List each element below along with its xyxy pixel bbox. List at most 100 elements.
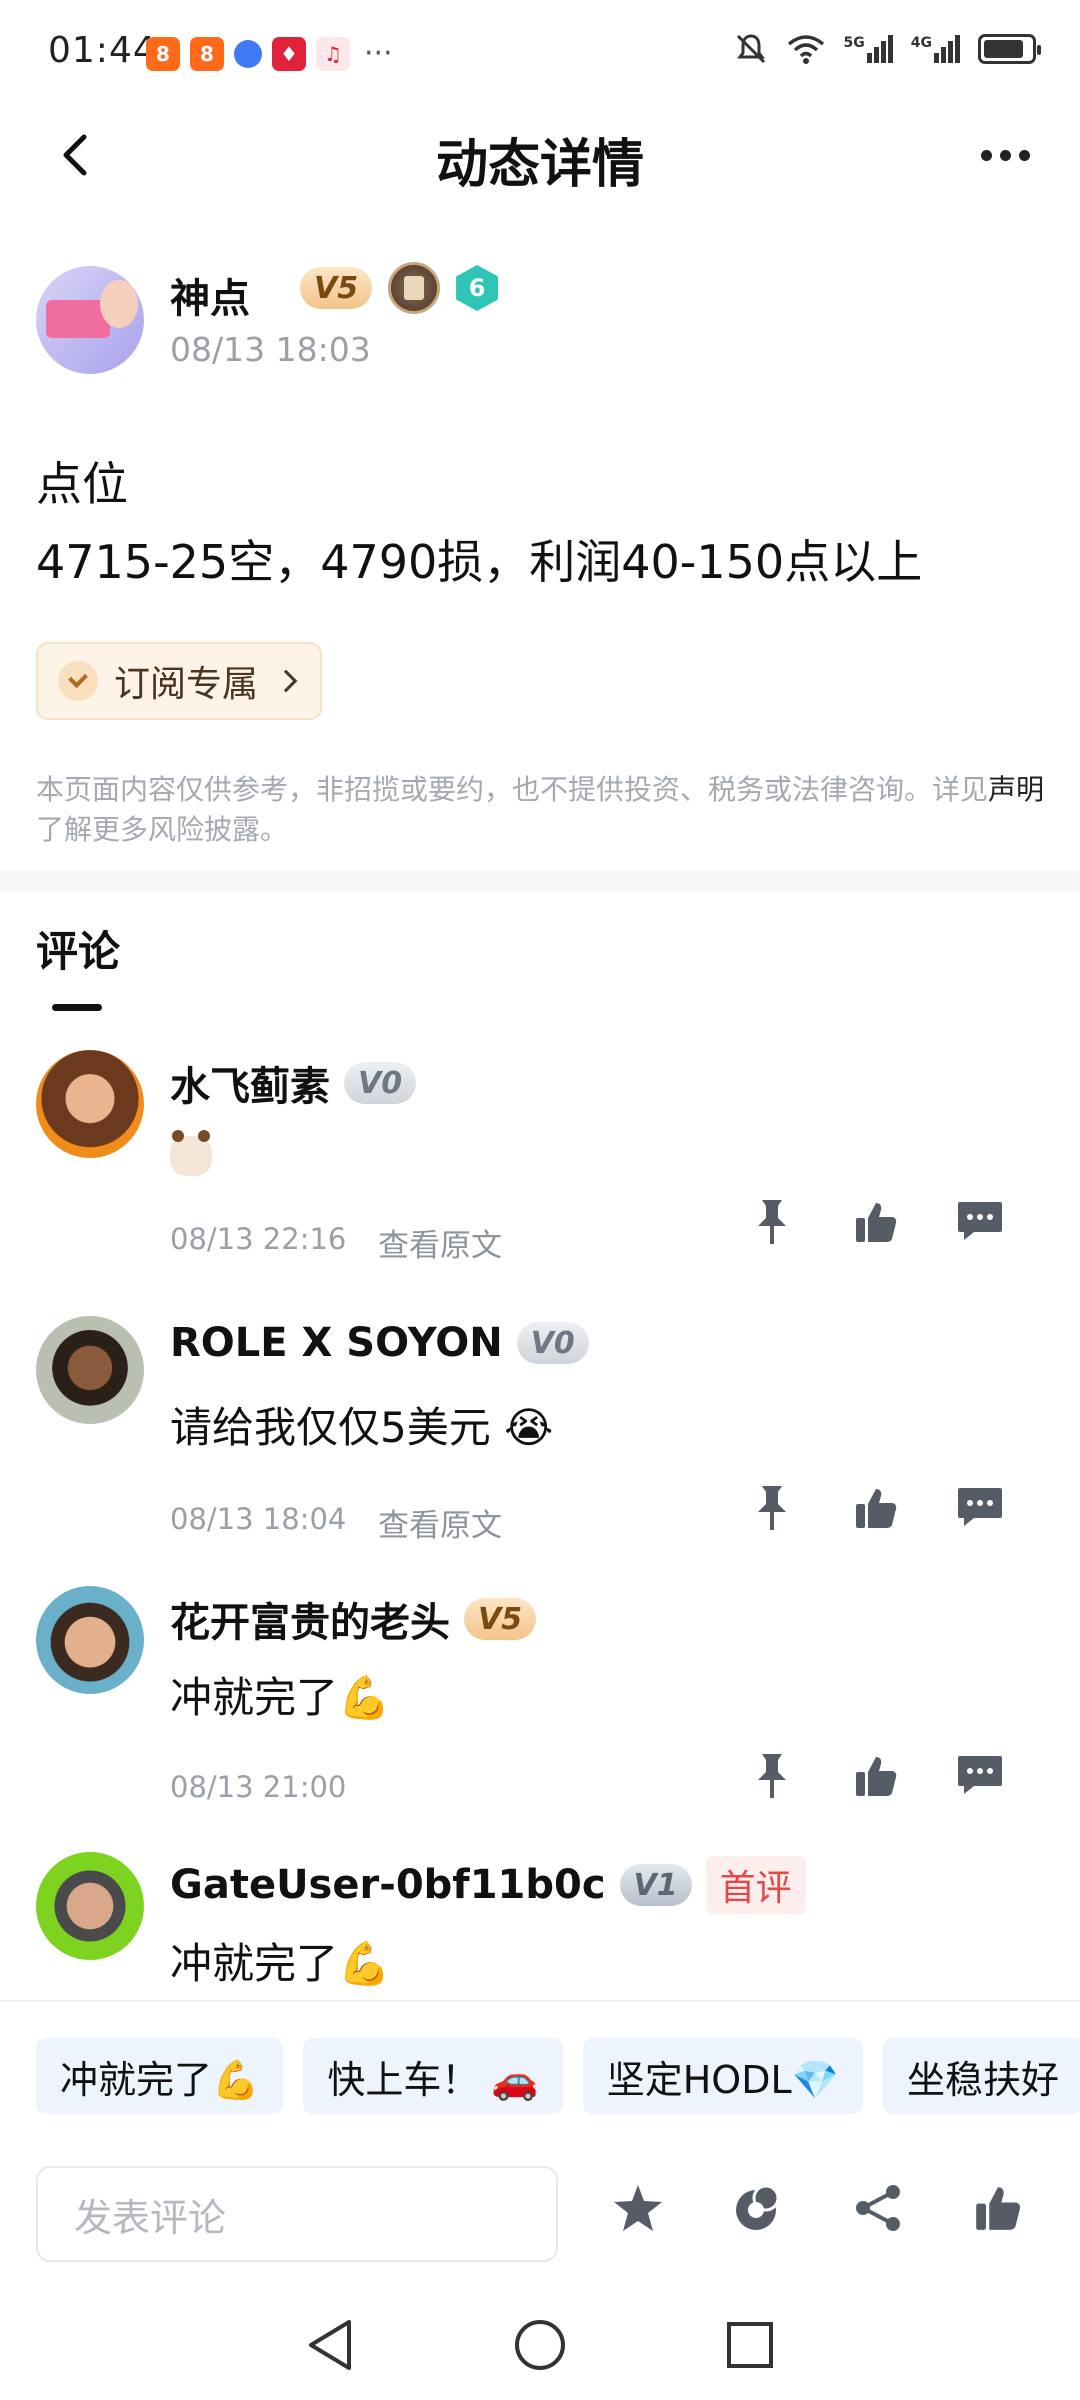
square-recents-icon (727, 2322, 773, 2368)
comment-input[interactable]: 发表评论 (36, 2166, 558, 2262)
system-nav-bar (0, 2290, 1080, 2400)
orange-app-icon: 8 (146, 36, 180, 71)
active-tab-indicator (52, 1004, 102, 1011)
thumbs-up-icon (856, 1757, 897, 1796)
commenter-name-row: GateUser-0bf11b0c V1 首评 (170, 1856, 806, 1914)
nav-home-button[interactable] (510, 2315, 570, 2375)
first-comment-badge: 首评 (705, 1856, 806, 1914)
comment-actions (748, 1752, 1004, 1800)
pin-icon (758, 1200, 786, 1244)
commenter-avatar[interactable] (36, 1050, 144, 1158)
tab-comments[interactable]: 评论 (36, 918, 120, 979)
reply-button[interactable] (956, 1484, 1004, 1532)
battery-icon (978, 34, 1041, 64)
comment-time: 08/13 22:16 (170, 1222, 347, 1256)
comment-text: 冲就完了💪 (170, 1939, 391, 1988)
more-dot-icon (980, 149, 992, 161)
post-line-1: 点位 (36, 457, 128, 511)
top-bar: 动态详情 (0, 100, 1080, 210)
comment-time: 08/13 18:04 (170, 1502, 347, 1536)
rank-badge[interactable]: 6 (456, 265, 499, 311)
level-badge: V5 (464, 1598, 537, 1640)
level-badge: V0 (344, 1062, 417, 1104)
nav-back-button[interactable] (300, 2315, 360, 2375)
mute-icon (736, 34, 765, 64)
commenter-name-row: 花开富贵的老头 V5 (170, 1590, 537, 1648)
favorite-button[interactable] (610, 2180, 666, 2236)
thumbs-up-icon (856, 1203, 897, 1242)
thumbs-up-icon (976, 2187, 1021, 2230)
commenter-avatar[interactable] (36, 1316, 144, 1424)
like-button[interactable] (852, 1484, 900, 1532)
nav-recents-button[interactable] (720, 2315, 780, 2375)
quick-reply-chip[interactable]: 坚定HODL💎 (582, 2038, 863, 2114)
level-badge: V1 (619, 1864, 692, 1906)
commenter-name-row: ROLE X SOYON V0 (170, 1320, 589, 1366)
subscribe-exclusive-button[interactable]: 订阅专属 (36, 642, 323, 720)
commenter-name[interactable]: 花开富贵的老头 (170, 1590, 450, 1648)
subscribe-label: 订阅专属 (114, 664, 259, 705)
quick-reply-chip[interactable]: 坐稳扶好 (882, 2038, 1080, 2114)
comment-actions (748, 1484, 1004, 1532)
cow-emoji-icon (170, 1129, 212, 1176)
status-app-icons: 8 8 ♦ ♫ ··· (146, 36, 393, 71)
coin-icon (736, 2184, 780, 2230)
like-post-button[interactable] (970, 2180, 1026, 2236)
quick-reply-chip[interactable]: 冲就完了💪 (36, 2038, 284, 2114)
like-button[interactable] (852, 1752, 900, 1800)
disclaimer-link[interactable]: 声明 (988, 773, 1044, 806)
share-button[interactable] (850, 2180, 906, 2236)
disclaimer: 本页面内容仅供参考，非招揽或要约，也不提供投资、税务或法律咨询。详见声明了解更多… (36, 770, 1046, 850)
pin-button[interactable] (748, 1484, 796, 1532)
comment-text: 冲就完了💪 (170, 1673, 391, 1722)
commenter-name[interactable]: GateUser-0bf11b0c (170, 1862, 606, 1908)
more-dot-icon (1018, 149, 1030, 161)
comment-actions (748, 1198, 1004, 1246)
author-avatar[interactable] (36, 266, 144, 374)
post-time: 08/13 18:03 (170, 330, 371, 369)
comment-text: 请给我仅仅5美元 😭 (170, 1403, 554, 1452)
star-icon (614, 2185, 662, 2231)
tip-button[interactable] (730, 2180, 786, 2236)
reply-button[interactable] (956, 1198, 1004, 1246)
commenter-name[interactable]: ROLE X SOYON (170, 1320, 503, 1366)
comment-text (170, 1128, 212, 1177)
red-app-icon: ♦ (272, 36, 306, 71)
level-badge: V0 (516, 1322, 589, 1364)
pin-button[interactable] (748, 1198, 796, 1246)
comment-time: 08/13 21:00 (170, 1770, 347, 1804)
commenter-name[interactable]: 水飞蓟素 (170, 1054, 330, 1112)
wifi-icon (787, 35, 824, 64)
page-title: 动态详情 (435, 135, 644, 195)
reply-button[interactable] (956, 1752, 1004, 1800)
signal-5g-label: 5G (843, 35, 865, 51)
commenter-avatar[interactable] (36, 1852, 144, 1960)
comment-bubble-icon (958, 1202, 1002, 1240)
author-badges: V5 6 (300, 262, 499, 314)
signal-5g-icon: 5G (844, 35, 893, 63)
diamond-icon (58, 661, 98, 701)
like-button[interactable] (852, 1198, 900, 1246)
quick-reply-chip[interactable]: 快上车！ 🚗 (303, 2038, 563, 2114)
author-level-badge: V5 (300, 267, 373, 309)
pin-button[interactable] (748, 1752, 796, 1800)
view-original-link[interactable]: 查看原文 (378, 1500, 502, 1545)
more-notifications-icon: ··· (364, 36, 393, 71)
medal-icon[interactable] (388, 262, 441, 314)
signal-4g-label: 4G (910, 35, 932, 51)
author-name[interactable]: 神点 (170, 266, 250, 324)
music-icon: ♫ (316, 36, 350, 71)
disclaimer-text: 本页面内容仅供参考，非招揽或要约，也不提供投资、税务或法律咨询。详见 (36, 773, 989, 806)
quick-reply-bar: 冲就完了💪 快上车！ 🚗 坚定HODL💎 坐稳扶好 (36, 2038, 1080, 2114)
status-right-icons: 5G 4G (734, 32, 1041, 66)
view-original-link[interactable]: 查看原文 (378, 1220, 502, 1265)
commenter-name-row: 水飞蓟素 V0 (170, 1054, 417, 1112)
avatar-face (100, 280, 138, 328)
commenter-avatar[interactable] (36, 1586, 144, 1694)
pin-icon (758, 1754, 786, 1798)
share-icon (856, 2185, 900, 2231)
battery-fill (984, 40, 1023, 58)
pin-icon (758, 1486, 786, 1530)
more-options-button[interactable] (970, 122, 1040, 188)
blue-browser-icon (234, 39, 262, 68)
